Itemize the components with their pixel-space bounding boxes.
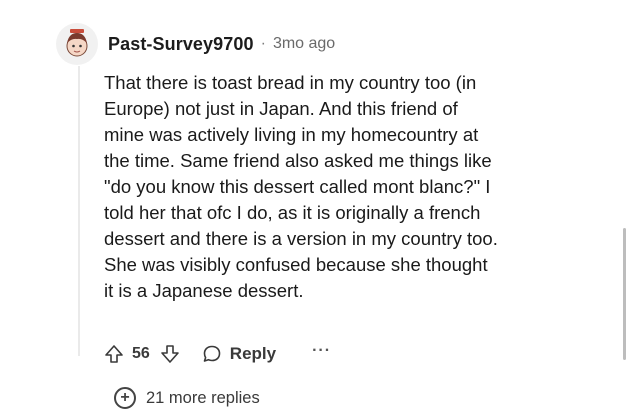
vote-score: 56 [132,345,150,362]
comment-line: dessert and there is a version in my cou… [104,228,498,249]
avatar[interactable] [56,23,98,65]
upvote-arrow-icon[interactable] [104,344,124,364]
comment-line: the time. Same friend also asked me thin… [104,150,492,171]
downvote-arrow-icon[interactable] [160,344,180,364]
avatar-icon [66,29,88,57]
timestamp: 3mo ago [272,35,336,52]
comment-line: Europe) not just in Japan. And this frie… [104,98,458,119]
scrollbar[interactable] [623,228,626,360]
reply-button[interactable]: Reply [202,344,276,364]
more-options-button[interactable]: ··· [312,342,331,360]
comment-header: Past-Survey9700 · 3mo ago [56,22,335,66]
comment-line: it is a Japanese dessert. [104,280,304,301]
comment-line: "do you know this dessert called mont bl… [104,176,491,197]
reply-label: Reply [229,344,277,363]
comment-body: That there is toast bread in my country … [104,70,604,304]
comment-line: That there is toast bread in my country … [104,72,477,93]
more-replies-label: 21 more replies [146,388,260,407]
more-replies-button[interactable]: + 21 more replies [114,384,260,412]
header-separator: · [260,35,266,52]
comment-line: She was visibly confused because she tho… [104,254,488,275]
comment-line: mine was actively living in my homecount… [104,124,479,145]
comment-actions: 56 Reply ··· [104,340,331,368]
thread-line [78,66,80,356]
plus-circle-icon: + [114,387,136,409]
comment-line: told her that ofc I do, as it is origina… [104,202,481,223]
username[interactable]: Past-Survey9700 [108,34,254,55]
speech-bubble-icon [203,345,221,362]
